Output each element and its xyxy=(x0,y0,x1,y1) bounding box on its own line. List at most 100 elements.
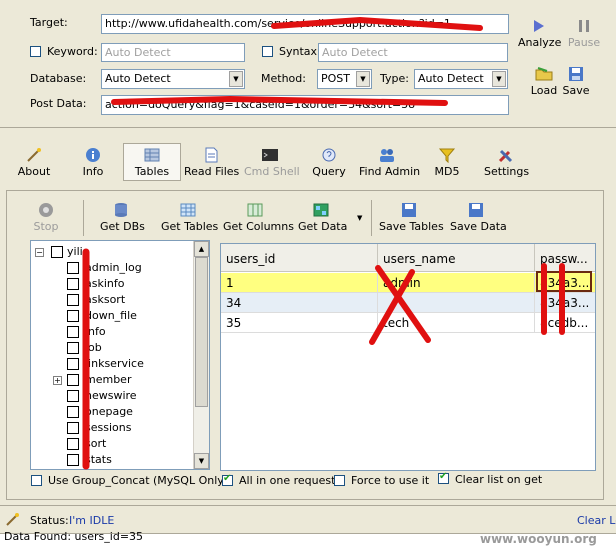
tree-item[interactable]: sessions xyxy=(31,420,191,436)
columns-icon xyxy=(247,203,263,217)
save-button[interactable]: Save xyxy=(561,66,591,97)
force-label: Force to use it xyxy=(351,474,430,487)
data-grid-icon xyxy=(313,203,329,217)
group-concat-checkbox[interactable] xyxy=(31,475,42,486)
users-icon xyxy=(380,149,394,162)
status-wand-icon xyxy=(6,513,19,526)
tab-settings[interactable]: Settings xyxy=(484,147,529,178)
tab-about[interactable]: About xyxy=(16,147,52,178)
analyze-button[interactable]: Analyze xyxy=(518,18,561,49)
chevron-down-icon: ▼ xyxy=(229,71,243,87)
syntax-checkbox[interactable] xyxy=(262,46,273,57)
all-in-one-checkbox[interactable] xyxy=(222,473,233,486)
floppy-disk-icon xyxy=(569,67,583,81)
get-data-dropdown-icon[interactable]: ▼ xyxy=(357,214,362,222)
tree-item[interactable]: asksort xyxy=(31,292,191,308)
type-select-value: Auto Detect xyxy=(418,72,484,85)
redaction-mark xyxy=(369,265,431,345)
magic-wand-icon xyxy=(27,148,41,162)
tree-item[interactable]: job xyxy=(31,340,191,356)
save-data-button[interactable]: Save Data xyxy=(450,202,507,233)
tab-md5[interactable]: MD5 xyxy=(433,147,461,178)
redaction-mark xyxy=(271,16,483,31)
stop-icon xyxy=(39,203,53,217)
scroll-thumb[interactable] xyxy=(195,257,208,407)
all-in-one-label: All in one request. xyxy=(239,474,339,487)
tree-item[interactable]: stats xyxy=(31,452,191,468)
tab-tables[interactable]: Tables xyxy=(131,147,173,178)
expand-icon[interactable]: + xyxy=(53,376,62,385)
tree-root[interactable]: − yilia xyxy=(31,244,191,260)
collapse-icon[interactable]: − xyxy=(35,248,44,257)
pause-icon xyxy=(579,20,589,32)
keyword-checkbox[interactable] xyxy=(30,46,41,57)
type-label: Type: xyxy=(380,72,409,85)
tree-item[interactable]: admin_log xyxy=(31,260,191,276)
tools-icon xyxy=(498,149,513,163)
status-bar: Status: I'm IDLE Clear Lo xyxy=(0,505,616,533)
table-cell[interactable]: 35 xyxy=(221,313,378,333)
table-icon xyxy=(180,203,196,217)
info-icon xyxy=(86,148,100,162)
database-select-value: Auto Detect xyxy=(105,72,171,85)
get-data-button[interactable]: Get Data xyxy=(298,202,347,233)
table-cell[interactable]: 34 xyxy=(221,293,378,313)
get-dbs-button[interactable]: Get DBs xyxy=(100,202,145,233)
terminal-icon xyxy=(262,149,278,161)
floppy-disk-icon xyxy=(402,203,416,217)
stop-button[interactable]: Stop xyxy=(33,202,59,233)
force-checkbox[interactable] xyxy=(334,475,345,486)
tree-checkbox[interactable] xyxy=(51,246,63,258)
status-label: Status: xyxy=(30,514,69,527)
save-tables-button[interactable]: Save Tables xyxy=(379,202,444,233)
load-button[interactable]: Load xyxy=(528,66,560,97)
tree-item[interactable]: onepage xyxy=(31,404,191,420)
tree-item[interactable]: + member xyxy=(31,372,191,388)
database-select[interactable]: Auto Detect ▼ xyxy=(101,69,245,89)
play-icon xyxy=(534,20,544,32)
database-icon xyxy=(115,203,127,217)
method-label: Method: xyxy=(261,72,306,85)
document-icon xyxy=(205,147,218,163)
funnel-icon xyxy=(438,148,456,163)
scroll-down-icon[interactable]: ▼ xyxy=(194,453,209,469)
table-tree[interactable]: − yilia admin_log askinfo asksort down_file… xyxy=(30,240,210,470)
tree-item[interactable]: askinfo xyxy=(31,276,191,292)
method-select[interactable]: POST ▼ xyxy=(317,69,372,89)
tab-read-files[interactable]: Read Files xyxy=(184,147,239,178)
tree-item[interactable]: info xyxy=(31,324,191,340)
tab-cmd-shell[interactable]: Cmd Shell xyxy=(244,147,300,178)
tab-find-admin[interactable]: Find Admin xyxy=(359,147,420,178)
clear-list-checkbox[interactable] xyxy=(438,471,449,484)
tree-item[interactable]: linkservice xyxy=(31,356,191,372)
redaction-mark xyxy=(82,248,90,470)
table-icon xyxy=(144,148,160,162)
pause-button[interactable]: Pause xyxy=(565,18,603,49)
status-value: I'm IDLE xyxy=(69,514,115,527)
clear-log-link[interactable]: Clear Lo xyxy=(577,514,616,527)
tree-item[interactable]: newswire xyxy=(31,388,191,404)
keyword-label: Keyword: xyxy=(47,45,98,58)
type-select[interactable]: Auto Detect ▼ xyxy=(414,69,508,89)
tree-item[interactable]: sort xyxy=(31,436,191,452)
postdata-label: Post Data: xyxy=(30,97,87,110)
scroll-up-icon[interactable]: ▲ xyxy=(194,241,209,257)
table-cell[interactable]: 1 xyxy=(221,273,378,293)
redaction-mark xyxy=(111,95,448,106)
get-columns-button[interactable]: Get Columns xyxy=(223,202,294,233)
tab-query[interactable]: Query xyxy=(312,147,346,178)
toolbar-divider xyxy=(371,200,372,236)
floppy-disk-icon xyxy=(469,203,483,217)
column-header[interactable]: users_id xyxy=(221,244,378,272)
get-tables-button[interactable]: Get Tables xyxy=(161,202,218,233)
watermark: www.wooyun.org xyxy=(480,532,597,546)
keyword-input[interactable]: Auto Detect xyxy=(101,43,245,62)
method-select-value: POST xyxy=(321,72,350,85)
tree-scrollbar[interactable]: ▲ ▼ xyxy=(193,241,209,469)
database-label: Database: xyxy=(30,72,87,85)
tab-info[interactable]: Info xyxy=(78,147,108,178)
log-panel: Data Found: users_id=35 www.wooyun.org xyxy=(0,530,616,548)
tree-item[interactable]: down_file xyxy=(31,308,191,324)
syntax-input[interactable]: Auto Detect xyxy=(318,43,508,62)
folder-icon xyxy=(535,67,553,81)
